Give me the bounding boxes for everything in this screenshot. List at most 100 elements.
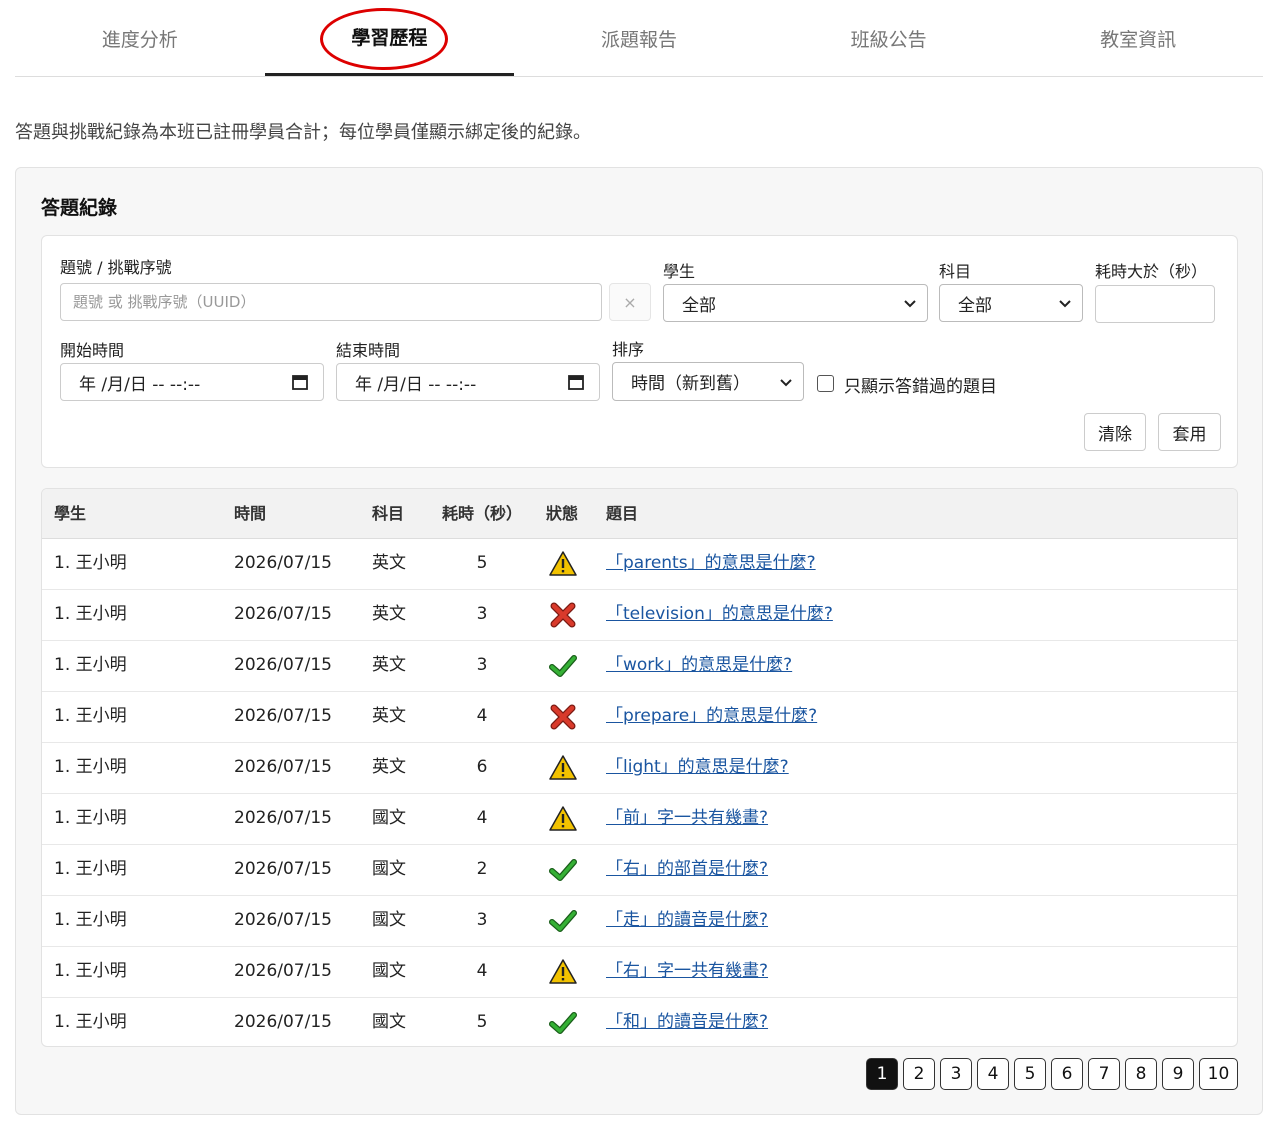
question-link[interactable]: 「parents」的意思是什麼? bbox=[606, 553, 816, 573]
page-button[interactable]: 3 bbox=[940, 1058, 972, 1090]
page-button[interactable]: 2 bbox=[903, 1058, 935, 1090]
header-subject[interactable]: 科目 bbox=[372, 489, 404, 538]
correct-icon bbox=[549, 1012, 577, 1034]
wrong-only-checkbox[interactable] bbox=[817, 375, 834, 392]
warning-icon bbox=[549, 755, 577, 780]
highlight-circle bbox=[319, 8, 448, 70]
cell-student: 1. 王小明 bbox=[54, 757, 127, 777]
cell-seconds: 5 bbox=[476, 553, 488, 573]
correct-icon bbox=[549, 910, 577, 932]
cell-student: 1. 王小明 bbox=[54, 961, 127, 981]
page-button[interactable]: 4 bbox=[977, 1058, 1009, 1090]
cell-subject: 英文 bbox=[372, 655, 406, 675]
tab-learning-history[interactable]: 學習歷程 bbox=[264, 0, 515, 76]
cell-subject: 英文 bbox=[372, 604, 406, 624]
pagination: 1 2 3 4 5 6 7 8 9 10 bbox=[866, 1058, 1238, 1090]
table-row: 1. 王小明 2026/07/15 國文 5 「和」的讀音是什麼? bbox=[42, 997, 1237, 1046]
question-link[interactable]: 「右」的部首是什麼? bbox=[606, 859, 768, 879]
header-question[interactable]: 題目 bbox=[606, 489, 638, 538]
warning-icon bbox=[549, 806, 577, 831]
start-time-value: 年 /月/日 -- --:-- bbox=[79, 374, 201, 395]
cell-seconds: 4 bbox=[476, 961, 488, 981]
cell-question: 「右」字一共有幾畫? bbox=[606, 946, 768, 997]
records-note: 答題與挑戰紀錄為本班已註冊學員合計；每位學員僅顯示綁定後的紀錄。 bbox=[15, 122, 591, 143]
cell-question: 「television」的意思是什麼? bbox=[606, 589, 833, 640]
end-time-value: 年 /月/日 -- --:-- bbox=[355, 374, 477, 395]
cell-seconds: 3 bbox=[476, 910, 488, 930]
cell-question: 「parents」的意思是什麼? bbox=[606, 538, 816, 589]
subject-select[interactable]: 全部 bbox=[939, 284, 1083, 322]
question-link[interactable]: 「走」的讀音是什麼? bbox=[606, 910, 768, 930]
tab-assignment-report[interactable]: 派題報告 bbox=[514, 0, 764, 76]
page-button[interactable]: 9 bbox=[1162, 1058, 1194, 1090]
question-link[interactable]: 「右」字一共有幾畫? bbox=[606, 961, 768, 981]
cell-subject: 國文 bbox=[372, 859, 406, 879]
table-row: 1. 王小明 2026/07/15 英文 4 「prepare」的意思是什麼? bbox=[42, 691, 1237, 743]
page-button[interactable]: 8 bbox=[1125, 1058, 1157, 1090]
question-link[interactable]: 「light」的意思是什麼? bbox=[606, 757, 789, 777]
cell-subject: 英文 bbox=[372, 706, 406, 726]
page-button[interactable]: 1 bbox=[866, 1058, 898, 1090]
duration-input[interactable] bbox=[1095, 285, 1215, 323]
apply-button[interactable]: 套用 bbox=[1158, 413, 1221, 451]
wrong-icon bbox=[550, 704, 576, 730]
cell-seconds: 4 bbox=[476, 808, 488, 828]
cell-date: 2026/07/15 bbox=[234, 961, 332, 981]
correct-icon bbox=[549, 655, 577, 677]
page-button[interactable]: 6 bbox=[1051, 1058, 1083, 1090]
cell-subject: 國文 bbox=[372, 1012, 406, 1032]
page-button[interactable]: 5 bbox=[1014, 1058, 1046, 1090]
student-label: 學生 bbox=[663, 262, 696, 281]
student-select-value: 全部 bbox=[682, 295, 716, 316]
table-row: 1. 王小明 2026/07/15 英文 3 「work」的意思是什麼? bbox=[42, 640, 1237, 692]
calendar-icon[interactable] bbox=[291, 373, 309, 391]
question-link[interactable]: 「television」的意思是什麼? bbox=[606, 604, 833, 624]
cell-date: 2026/07/15 bbox=[234, 655, 332, 675]
records-table: 學生 時間 科目 耗時（秒） 狀態 題目 1. 王小明 2026/07/15 英文 5… bbox=[41, 488, 1238, 1047]
tab-label: 進度分析 bbox=[101, 28, 178, 51]
tab-class-announcement[interactable]: 班級公告 bbox=[764, 0, 1014, 76]
header-student[interactable]: 學生 bbox=[54, 489, 86, 538]
student-select[interactable]: 全部 bbox=[663, 284, 928, 322]
sort-select[interactable]: 時間（新到舊） bbox=[612, 362, 804, 401]
id-label: 題號 / 挑戰序號 bbox=[60, 258, 172, 277]
header-status[interactable]: 狀態 bbox=[546, 489, 578, 538]
header-time[interactable]: 時間 bbox=[234, 489, 266, 538]
tab-label: 教室資訊 bbox=[1100, 28, 1177, 51]
page-button[interactable]: 10 bbox=[1199, 1058, 1238, 1090]
tab-progress-analysis[interactable]: 進度分析 bbox=[15, 0, 265, 76]
cell-question: 「prepare」的意思是什麼? bbox=[606, 691, 817, 742]
tab-classroom-info[interactable]: 教室資訊 bbox=[1013, 0, 1263, 76]
header-duration[interactable]: 耗時（秒） bbox=[442, 489, 522, 538]
cell-seconds: 6 bbox=[476, 757, 488, 777]
cell-question: 「和」的讀音是什麼? bbox=[606, 997, 768, 1046]
wrong-only-label[interactable]: 只顯示答錯過的題目 bbox=[844, 372, 997, 397]
calendar-icon[interactable] bbox=[567, 373, 585, 391]
table-row: 1. 王小明 2026/07/15 國文 2 「右」的部首是什麼? bbox=[42, 844, 1237, 896]
question-link[interactable]: 「前」字一共有幾畫? bbox=[606, 808, 768, 828]
clear-button[interactable]: 清除 bbox=[1084, 413, 1146, 451]
question-id-input[interactable] bbox=[60, 283, 602, 321]
subject-label: 科目 bbox=[939, 262, 972, 281]
cell-student: 1. 王小明 bbox=[54, 808, 127, 828]
cell-date: 2026/07/15 bbox=[234, 604, 332, 624]
duration-label: 耗時大於（秒） bbox=[1095, 262, 1208, 281]
clear-id-button[interactable]: × bbox=[609, 283, 651, 321]
start-time-input[interactable]: 年 /月/日 -- --:-- bbox=[60, 363, 324, 401]
end-time-input[interactable]: 年 /月/日 -- --:-- bbox=[336, 363, 600, 401]
cell-date: 2026/07/15 bbox=[234, 1012, 332, 1032]
table-row: 1. 王小明 2026/07/15 英文 6 「light」的意思是什麼? bbox=[42, 742, 1237, 794]
cell-question: 「light」的意思是什麼? bbox=[606, 742, 789, 793]
cell-date: 2026/07/15 bbox=[234, 808, 332, 828]
cell-subject: 國文 bbox=[372, 808, 406, 828]
cell-date: 2026/07/15 bbox=[234, 859, 332, 879]
cell-date: 2026/07/15 bbox=[234, 910, 332, 930]
page-button[interactable]: 7 bbox=[1088, 1058, 1120, 1090]
cell-student: 1. 王小明 bbox=[54, 706, 127, 726]
sort-select-value: 時間（新到舊） bbox=[631, 374, 750, 394]
question-link[interactable]: 「work」的意思是什麼? bbox=[606, 655, 792, 675]
table-row: 1. 王小明 2026/07/15 國文 3 「走」的讀音是什麼? bbox=[42, 895, 1237, 947]
question-link[interactable]: 「和」的讀音是什麼? bbox=[606, 1012, 768, 1032]
cell-seconds: 3 bbox=[476, 604, 488, 624]
question-link[interactable]: 「prepare」的意思是什麼? bbox=[606, 706, 817, 726]
